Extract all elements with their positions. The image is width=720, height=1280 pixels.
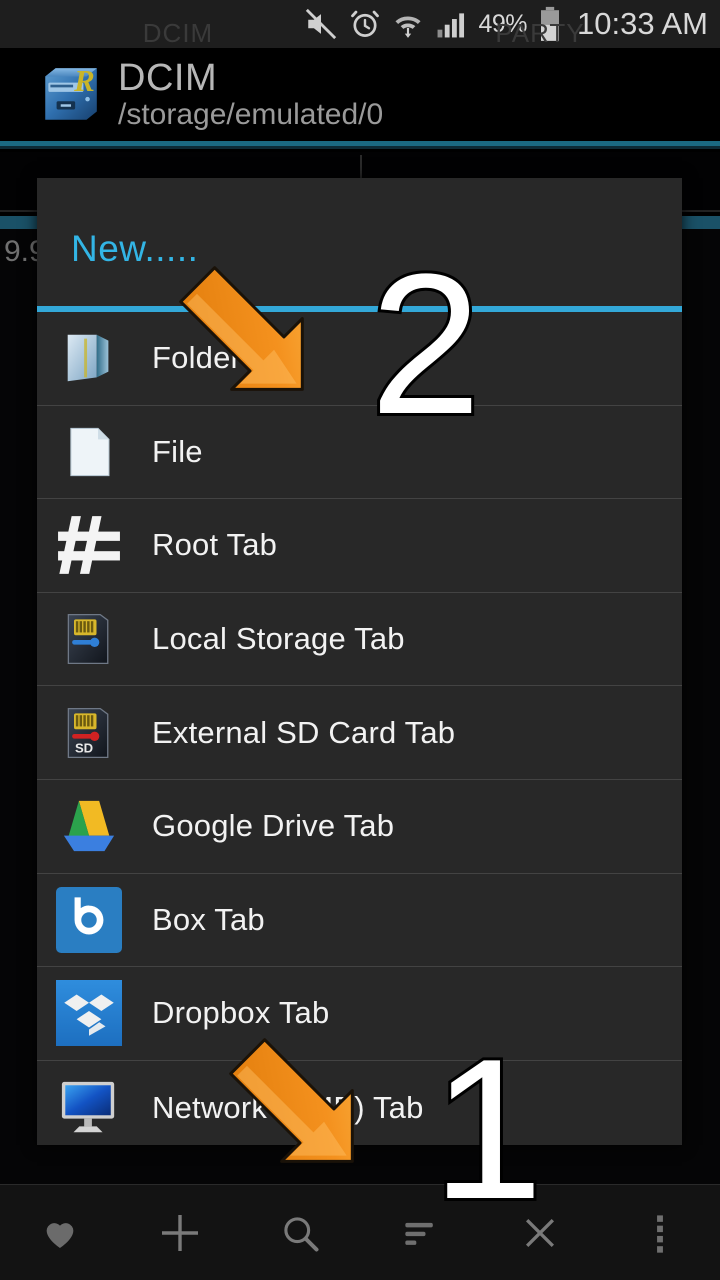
dialog-item-label: File bbox=[152, 433, 203, 469]
app-header: R DCIM /storage/emulated/0 bbox=[0, 48, 720, 143]
background-tab-dcim[interactable]: DCIM bbox=[98, 18, 258, 49]
search-button[interactable] bbox=[240, 1185, 360, 1280]
dialog-title: New..... bbox=[71, 228, 199, 269]
page-title: DCIM bbox=[118, 57, 218, 99]
sort-icon bbox=[405, 1222, 433, 1245]
favorites-button[interactable] bbox=[0, 1185, 120, 1280]
dialog-item-network-smb-tab[interactable]: Network (SMB) Tab bbox=[37, 1061, 682, 1155]
dialog-item-google-drive-tab[interactable]: Google Drive Tab bbox=[37, 780, 682, 874]
new-item-dialog: New..... Folder File Root Tab Local Stor… bbox=[37, 178, 682, 1145]
dialog-item-label: Folder bbox=[152, 340, 242, 376]
dialog-item-external-sd-tab[interactable]: SD External SD Card Tab bbox=[37, 686, 682, 780]
header-accent-rule-shadow bbox=[0, 146, 720, 149]
network-monitor-icon bbox=[51, 1070, 127, 1146]
box-icon bbox=[51, 882, 127, 958]
dialog-item-label: Local Storage Tab bbox=[152, 621, 405, 657]
dialog-item-list: Folder File Root Tab Local Storage Tab S… bbox=[37, 312, 682, 1154]
svg-text:R: R bbox=[73, 63, 95, 98]
file-icon bbox=[51, 414, 127, 490]
wifi-icon bbox=[395, 16, 422, 38]
new-button[interactable] bbox=[120, 1185, 240, 1280]
svg-text:SD: SD bbox=[75, 740, 93, 755]
close-icon bbox=[525, 1218, 555, 1247]
close-button[interactable] bbox=[480, 1185, 600, 1280]
dialog-item-label: Dropbox Tab bbox=[152, 995, 330, 1031]
search-icon bbox=[284, 1216, 319, 1252]
breadcrumb-path: /storage/emulated/0 bbox=[118, 98, 384, 131]
dialog-item-label: Box Tab bbox=[152, 901, 265, 937]
alarm-icon bbox=[351, 10, 380, 37]
dialog-item-label: Root Tab bbox=[152, 527, 278, 563]
background-tab-party[interactable]: PARTY bbox=[450, 18, 630, 49]
dropbox-icon bbox=[51, 975, 127, 1051]
storage-card-icon bbox=[51, 601, 127, 677]
heart-icon bbox=[46, 1222, 74, 1248]
dialog-item-dropbox-tab[interactable]: Dropbox Tab bbox=[37, 967, 682, 1061]
dialog-item-box-tab[interactable]: Box Tab bbox=[37, 874, 682, 968]
dialog-item-local-storage-tab[interactable]: Local Storage Tab bbox=[37, 593, 682, 687]
dialog-item-root-tab[interactable]: Root Tab bbox=[37, 499, 682, 593]
hash-icon bbox=[51, 507, 127, 583]
root-explorer-icon: R bbox=[45, 63, 97, 120]
sort-button[interactable] bbox=[360, 1185, 480, 1280]
bottom-toolbar bbox=[0, 1184, 720, 1280]
dialog-item-label: Google Drive Tab bbox=[152, 808, 395, 844]
dialog-item-file[interactable]: File bbox=[37, 406, 682, 500]
sd-card-icon: SD bbox=[51, 695, 127, 771]
more-vertical-icon bbox=[657, 1214, 663, 1253]
google-drive-icon bbox=[51, 788, 127, 864]
overflow-menu-button[interactable] bbox=[600, 1185, 720, 1280]
plus-icon bbox=[162, 1214, 198, 1251]
mute-icon bbox=[306, 8, 337, 40]
folder-icon bbox=[51, 320, 127, 396]
dialog-item-label: External SD Card Tab bbox=[152, 714, 456, 750]
phone-screen: 49% 10:33 AM R DCIM /storage/emulated/0 … bbox=[0, 0, 720, 1280]
dialog-item-label: Network (SMB) Tab bbox=[152, 1089, 424, 1125]
dialog-item-folder[interactable]: Folder bbox=[37, 312, 682, 406]
